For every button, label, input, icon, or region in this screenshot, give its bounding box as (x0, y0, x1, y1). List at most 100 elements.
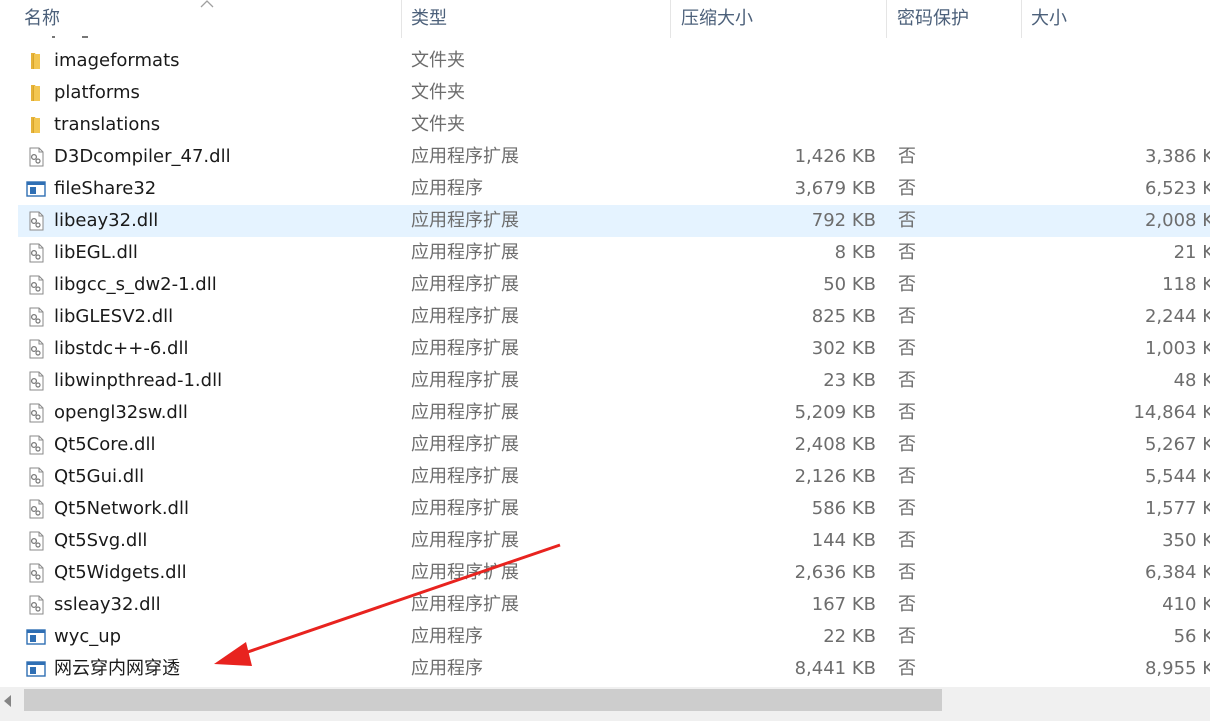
original-size: 6,384 K (1144, 562, 1210, 583)
file-row[interactable]: libeay32.dll 应用程序扩展 792 KB 否 2,008 K (18, 205, 1210, 237)
file-row[interactable]: Qt5Widgets.dll 应用程序扩展 2,636 KB 否 6,384 K (18, 557, 1210, 589)
password-protected: 否 (898, 146, 916, 167)
file-row[interactable]: 网云穿内网穿透 应用程序 8,441 KB 否 8,955 K (18, 653, 1210, 685)
file-row[interactable]: imageformats 文件夹 (18, 45, 1210, 77)
file-row[interactable]: Qt5Network.dll 应用程序扩展 586 KB 否 1,577 K (18, 493, 1210, 525)
file-type: 应用程序 (411, 626, 483, 647)
compressed-size: 8,441 KB (794, 658, 876, 679)
original-size: 1,577 K (1144, 498, 1210, 519)
password-protected: 否 (898, 210, 916, 231)
file-type: 应用程序扩展 (411, 242, 519, 263)
file-row[interactable]: D3Dcompiler_47.dll 应用程序扩展 1,426 KB 否 3,386 K (18, 141, 1210, 173)
password-protected: 否 (898, 274, 916, 295)
file-name: Qt5Gui.dll (54, 466, 145, 487)
original-size: 1,003 K (1144, 338, 1210, 359)
original-size: 118 K (1162, 274, 1210, 295)
password-protected: 否 (898, 178, 916, 199)
dll-icon (26, 211, 46, 231)
file-row[interactable]: Qt5Svg.dll 应用程序扩展 144 KB 否 350 K (18, 525, 1210, 557)
horizontal-scrollbar[interactable] (0, 687, 1210, 721)
file-row[interactable]: translations 文件夹 (18, 109, 1210, 141)
dll-icon (26, 371, 46, 391)
file-name: D3Dcompiler_47.dll (54, 146, 231, 167)
password-protected: 否 (898, 498, 916, 519)
file-row[interactable]: libstdc++-6.dll 应用程序扩展 302 KB 否 1,003 K (18, 333, 1210, 365)
dll-icon (26, 275, 46, 295)
file-row[interactable]: platforms 文件夹 (18, 77, 1210, 109)
dll-icon (26, 467, 46, 487)
file-row[interactable]: Qt5Core.dll 应用程序扩展 2,408 KB 否 5,267 K (18, 429, 1210, 461)
column-header-size[interactable]: 大小 (1031, 0, 1067, 38)
file-row[interactable]: libGLESV2.dll 应用程序扩展 825 KB 否 2,244 K (18, 301, 1210, 333)
file-name: libstdc++-6.dll (54, 338, 189, 359)
file-type: 文件夹 (411, 82, 465, 103)
column-header-name[interactable]: 名称 (24, 0, 60, 38)
column-header-password[interactable]: 密码保护 (897, 0, 969, 38)
original-size: 21 K (1173, 242, 1210, 263)
file-row[interactable]: opengl32sw.dll 应用程序扩展 5,209 KB 否 14,864 K (18, 397, 1210, 429)
folder-icon (26, 51, 46, 71)
file-type: 应用程序扩展 (411, 274, 519, 295)
file-name: Qt5Core.dll (54, 434, 156, 455)
column-divider[interactable] (670, 0, 671, 38)
original-size: 3,386 K (1144, 146, 1210, 167)
file-row[interactable]: libgcc_s_dw2-1.dll 应用程序扩展 50 KB 否 118 K (18, 269, 1210, 301)
password-protected: 否 (898, 530, 916, 551)
scrollbar-thumb[interactable] (24, 689, 942, 711)
file-type: 应用程序扩展 (411, 402, 519, 423)
file-type: 应用程序 (411, 178, 483, 199)
column-header-compressed-size[interactable]: 压缩大小 (681, 0, 753, 38)
file-type: 应用程序扩展 (411, 146, 519, 167)
dll-icon (26, 243, 46, 263)
original-size: 8,955 K (1144, 658, 1210, 679)
original-size: 410 K (1162, 594, 1210, 615)
column-divider[interactable] (1021, 0, 1022, 38)
compressed-size: 1,426 KB (794, 146, 876, 167)
file-row[interactable]: wyc_up 应用程序 22 KB 否 56 K (18, 621, 1210, 653)
dll-icon (26, 531, 46, 551)
file-name: fileShare32 (54, 178, 157, 199)
file-row[interactable]: ssleay32.dll 应用程序扩展 167 KB 否 410 K (18, 589, 1210, 621)
folder-icon (26, 83, 46, 103)
original-size: 5,267 K (1144, 434, 1210, 455)
file-row[interactable]: libwinpthread-1.dll 应用程序扩展 23 KB 否 48 K (18, 365, 1210, 397)
original-size: 56 K (1173, 626, 1210, 647)
file-name: translations (54, 114, 161, 135)
file-name: libGLESV2.dll (54, 306, 174, 327)
compressed-size: 2,126 KB (794, 466, 876, 487)
file-type: 应用程序扩展 (411, 594, 519, 615)
compressed-size: 586 KB (811, 498, 876, 519)
compressed-size: 167 KB (811, 594, 876, 615)
compressed-size: 3,679 KB (794, 178, 876, 199)
column-header-bar: 名称 类型 压缩大小 密码保护 大小 (0, 0, 1210, 38)
compressed-size: 23 KB (823, 370, 876, 391)
file-name: Qt5Svg.dll (54, 530, 148, 551)
file-type: 应用程序 (411, 658, 483, 679)
scroll-left-arrow-icon[interactable] (4, 695, 11, 707)
compressed-size: 22 KB (823, 626, 876, 647)
file-type: 应用程序扩展 (411, 306, 519, 327)
dll-icon (26, 499, 46, 519)
compressed-size: 2,408 KB (794, 434, 876, 455)
file-row[interactable]: Qt5Gui.dll 应用程序扩展 2,126 KB 否 5,544 K (18, 461, 1210, 493)
dll-icon (26, 435, 46, 455)
dll-icon (26, 563, 46, 583)
dll-icon (26, 147, 46, 167)
compressed-size: 825 KB (811, 306, 876, 327)
password-protected: 否 (898, 626, 916, 647)
password-protected: 否 (898, 562, 916, 583)
column-divider[interactable] (401, 0, 402, 38)
column-header-type[interactable]: 类型 (411, 0, 447, 38)
file-name: libEGL.dll (54, 242, 138, 263)
compressed-size: 5,209 KB (794, 402, 876, 423)
file-name: opengl32sw.dll (54, 402, 188, 423)
file-name: Qt5Network.dll (54, 498, 189, 519)
password-protected: 否 (898, 242, 916, 263)
password-protected: 否 (898, 338, 916, 359)
compressed-size: 302 KB (811, 338, 876, 359)
exe-icon (26, 659, 46, 679)
file-row[interactable]: libEGL.dll 应用程序扩展 8 KB 否 21 K (18, 237, 1210, 269)
file-type: 文件夹 (411, 50, 465, 71)
column-divider[interactable] (886, 0, 887, 38)
file-row[interactable]: fileShare32 应用程序 3,679 KB 否 6,523 K (18, 173, 1210, 205)
